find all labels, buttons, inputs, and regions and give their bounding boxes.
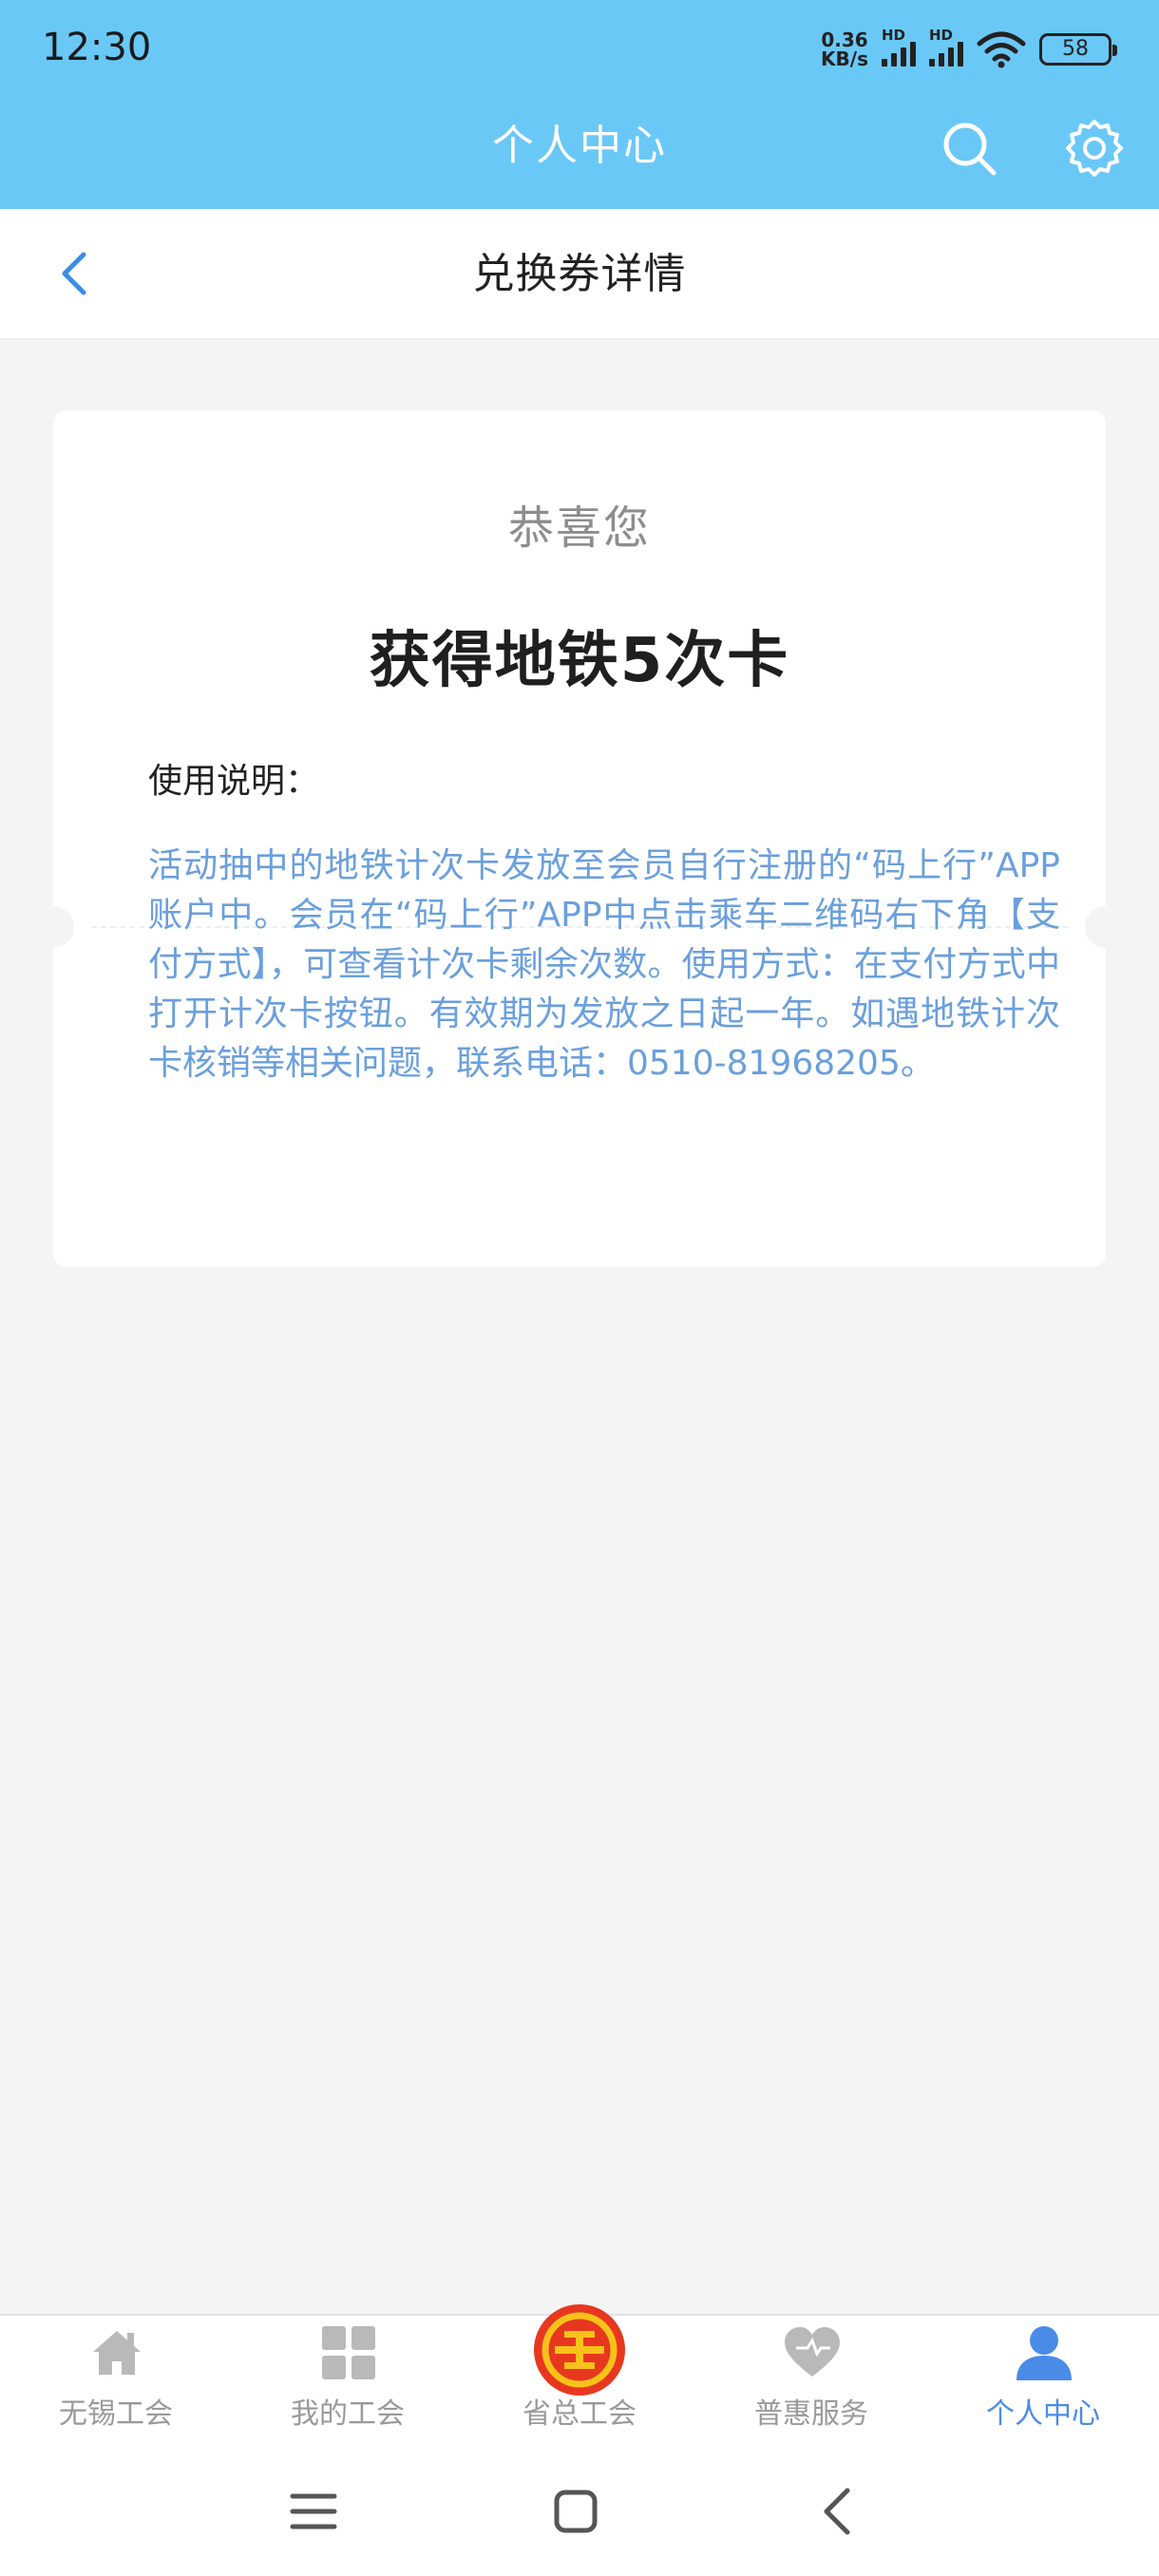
signal-hd-label: HD	[929, 27, 954, 44]
nav-item-personal-center[interactable]: 个人中心	[927, 2316, 1159, 2451]
coupon-card: 恭喜您 获得地铁5次卡 使用说明： 活动抽中的地铁计次卡发放至会员自行注册的“码…	[32, 410, 1127, 1279]
network-speed-unit: KB/s	[821, 47, 868, 70]
nav-label: 我的工会	[291, 2397, 405, 2431]
status-time: 12:30	[42, 26, 152, 69]
nav-item-my-union[interactable]: 我的工会	[232, 2316, 464, 2451]
signal-icon: HD	[882, 27, 916, 66]
nav-label: 普惠服务	[754, 2397, 868, 2431]
gear-icon[interactable]	[1064, 118, 1125, 179]
usage-instructions: 活动抽中的地铁计次卡发放至会员自行注册的“码上行”APP账户中。会员在“码上行”…	[148, 846, 1060, 1083]
sub-page-title: 兑换券详情	[472, 250, 687, 298]
union-emblem-icon	[534, 2304, 625, 2396]
home-square-icon[interactable]	[549, 2485, 602, 2538]
nav-label: 省总工会	[522, 2397, 636, 2431]
congrats-text: 恭喜您	[507, 502, 651, 555]
coupon-scalloped-edge	[53, 1256, 1106, 1279]
signal-hd-label: HD	[882, 27, 906, 44]
nav-item-provincial-union[interactable]: 省总工会	[464, 2304, 695, 2451]
system-nav-bar	[0, 2449, 1159, 2576]
coupon-notch	[1085, 906, 1127, 948]
nav-label: 无锡工会	[59, 2397, 173, 2431]
prize-title: 获得地铁5次卡	[369, 626, 790, 696]
network-speed: 0.36 KB/s	[821, 30, 868, 68]
home-icon	[93, 2331, 141, 2375]
status-bar: 12:30 0.36 KB/s HD HD 58	[0, 0, 1159, 95]
back-icon[interactable]	[811, 2485, 864, 2538]
nav-item-benefits[interactable]: 普惠服务	[695, 2316, 927, 2451]
battery-icon: 58	[1039, 33, 1117, 66]
heart-icon	[785, 2327, 840, 2377]
usage-label: 使用说明：	[148, 762, 320, 801]
wifi-icon	[977, 31, 1026, 68]
search-icon[interactable]	[939, 118, 999, 179]
signal-icon: HD	[929, 27, 963, 66]
sub-header: 兑换券详情	[0, 209, 1159, 340]
bottom-nav: 无锡工会 我的工会 省总工会 普惠服务 个人中心	[0, 2304, 1159, 2451]
network-speed-value: 0.36	[821, 28, 868, 51]
person-icon	[1016, 2326, 1072, 2380]
status-indicators: 0.36 KB/s HD HD 58	[821, 25, 1117, 74]
coupon-notch	[32, 906, 74, 948]
nav-item-wuxi-union[interactable]: 无锡工会	[0, 2316, 232, 2451]
nav-label: 个人中心	[986, 2397, 1100, 2431]
grid-icon	[322, 2326, 375, 2379]
menu-icon[interactable]	[287, 2485, 340, 2538]
app-header: 个人中心	[0, 95, 1159, 209]
